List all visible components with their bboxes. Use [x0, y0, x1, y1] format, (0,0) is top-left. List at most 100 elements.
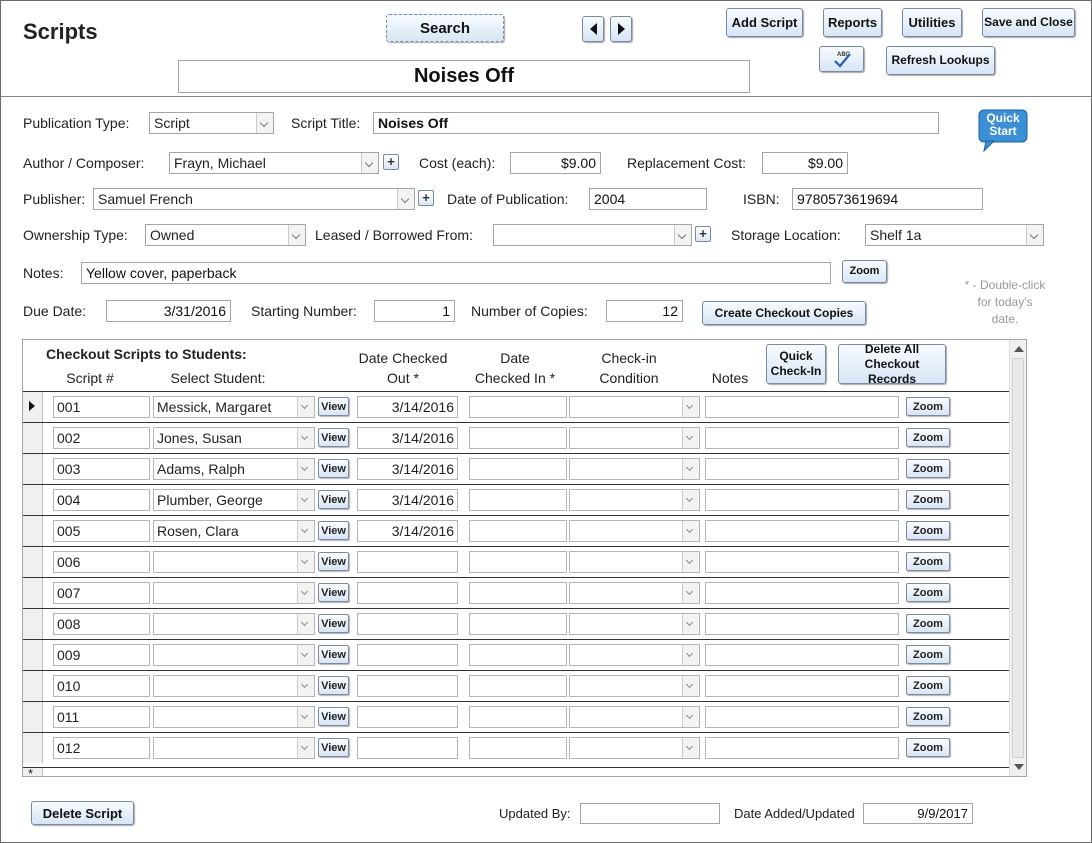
notes-zoom-button[interactable]: Zoom	[842, 260, 887, 283]
notes-cell[interactable]	[705, 644, 899, 666]
view-student-button[interactable]: View	[318, 490, 349, 509]
condition-select[interactable]	[569, 489, 700, 511]
date-checked-in-cell[interactable]	[469, 458, 567, 480]
previous-record-button[interactable]	[582, 16, 604, 42]
record-selector[interactable]	[23, 702, 43, 732]
date-checked-in-cell[interactable]	[469, 520, 567, 542]
script-number-cell[interactable]: 003	[53, 458, 150, 480]
script-number-cell[interactable]: 009	[53, 644, 150, 666]
notes-zoom-button[interactable]: Zoom	[906, 459, 950, 478]
reports-button[interactable]: Reports	[823, 8, 882, 37]
due-date-input[interactable]: 3/31/2016	[106, 300, 231, 322]
view-student-button[interactable]: View	[318, 552, 349, 571]
script-number-cell[interactable]: 010	[53, 675, 150, 697]
student-select[interactable]	[153, 613, 315, 635]
date-checked-in-cell[interactable]	[469, 489, 567, 511]
storage-location-select[interactable]: Shelf 1a	[865, 224, 1044, 246]
student-select[interactable]: Plumber, George	[153, 489, 315, 511]
script-number-cell[interactable]: 012	[53, 737, 150, 759]
view-student-button[interactable]: View	[318, 645, 349, 664]
add-script-button[interactable]: Add Script	[726, 8, 803, 37]
date-checked-out-cell[interactable]: 3/14/2016	[357, 427, 458, 449]
cost-input[interactable]: $9.00	[510, 152, 601, 174]
notes-cell[interactable]	[705, 427, 899, 449]
publisher-select[interactable]: Samuel French	[93, 188, 415, 210]
notes-zoom-button[interactable]: Zoom	[906, 490, 950, 509]
script-number-cell[interactable]: 001	[53, 396, 150, 418]
condition-select[interactable]	[569, 644, 700, 666]
view-student-button[interactable]: View	[318, 428, 349, 447]
condition-select[interactable]	[569, 582, 700, 604]
record-selector[interactable]	[23, 516, 43, 546]
notes-cell[interactable]	[705, 613, 899, 635]
condition-select[interactable]	[569, 613, 700, 635]
student-select[interactable]: Adams, Ralph	[153, 458, 315, 480]
student-select[interactable]	[153, 706, 315, 728]
date-checked-in-cell[interactable]	[469, 675, 567, 697]
script-number-cell[interactable]: 002	[53, 427, 150, 449]
date-checked-in-cell[interactable]	[469, 644, 567, 666]
updated-by-input[interactable]	[580, 803, 720, 824]
condition-select[interactable]	[569, 520, 700, 542]
notes-cell[interactable]	[705, 458, 899, 480]
script-number-cell[interactable]: 005	[53, 520, 150, 542]
notes-zoom-button[interactable]: Zoom	[906, 707, 950, 726]
record-selector[interactable]	[23, 609, 43, 639]
replacement-cost-input[interactable]: $9.00	[762, 152, 848, 174]
date-checked-out-cell[interactable]: 3/14/2016	[357, 520, 458, 542]
delete-all-checkout-records-button[interactable]: Delete All Checkout Records	[838, 342, 946, 386]
notes-zoom-button[interactable]: Zoom	[906, 738, 950, 757]
author-select[interactable]: Frayn, Michael	[169, 152, 379, 174]
view-student-button[interactable]: View	[318, 459, 349, 478]
view-student-button[interactable]: View	[318, 707, 349, 726]
scroll-thumb[interactable]	[1012, 358, 1024, 758]
record-selector[interactable]	[23, 454, 43, 484]
record-selector[interactable]	[23, 547, 43, 577]
date-checked-out-cell[interactable]	[357, 737, 458, 759]
student-select[interactable]: Rosen, Clara	[153, 520, 315, 542]
notes-cell[interactable]	[705, 706, 899, 728]
student-select[interactable]: Jones, Susan	[153, 427, 315, 449]
view-student-button[interactable]: View	[318, 583, 349, 602]
condition-select[interactable]	[569, 551, 700, 573]
record-selector[interactable]	[23, 578, 43, 608]
ownership-type-select[interactable]: Owned	[145, 224, 306, 246]
publication-type-select[interactable]: Script	[149, 112, 274, 134]
date-checked-out-cell[interactable]	[357, 675, 458, 697]
search-button[interactable]: Search	[386, 14, 504, 42]
script-title-input[interactable]: Noises Off	[373, 112, 939, 134]
condition-select[interactable]	[569, 737, 700, 759]
new-record-selector[interactable]: *	[23, 766, 43, 776]
notes-cell[interactable]	[705, 551, 899, 573]
script-number-cell[interactable]: 004	[53, 489, 150, 511]
scroll-up-icon[interactable]	[1014, 346, 1024, 352]
script-number-cell[interactable]: 011	[53, 706, 150, 728]
isbn-input[interactable]: 9780573619694	[792, 188, 983, 210]
record-selector[interactable]	[23, 485, 43, 515]
date-added-updated-input[interactable]: 9/9/2017	[863, 803, 973, 824]
date-checked-out-cell[interactable]	[357, 613, 458, 635]
notes-zoom-button[interactable]: Zoom	[906, 552, 950, 571]
utilities-button[interactable]: Utilities	[902, 8, 962, 37]
script-number-cell[interactable]: 008	[53, 613, 150, 635]
student-select[interactable]	[153, 582, 315, 604]
view-student-button[interactable]: View	[318, 397, 349, 416]
view-student-button[interactable]: View	[318, 614, 349, 633]
leased-borrowed-select[interactable]	[493, 224, 692, 246]
notes-zoom-button[interactable]: Zoom	[906, 645, 950, 664]
notes-cell[interactable]	[705, 675, 899, 697]
add-publisher-button[interactable]: +	[418, 190, 434, 206]
date-checked-out-cell[interactable]	[357, 582, 458, 604]
refresh-lookups-button[interactable]: Refresh Lookups	[886, 46, 995, 75]
student-select[interactable]	[153, 551, 315, 573]
date-checked-in-cell[interactable]	[469, 582, 567, 604]
notes-zoom-button[interactable]: Zoom	[906, 614, 950, 633]
condition-select[interactable]	[569, 458, 700, 480]
starting-number-input[interactable]: 1	[374, 300, 455, 322]
date-checked-in-cell[interactable]	[469, 706, 567, 728]
add-author-button[interactable]: +	[383, 154, 399, 170]
create-checkout-copies-button[interactable]: Create Checkout Copies	[702, 301, 866, 325]
quick-check-in-button[interactable]: Quick Check-In	[766, 344, 826, 384]
notes-zoom-button[interactable]: Zoom	[906, 583, 950, 602]
script-number-cell[interactable]: 007	[53, 582, 150, 604]
